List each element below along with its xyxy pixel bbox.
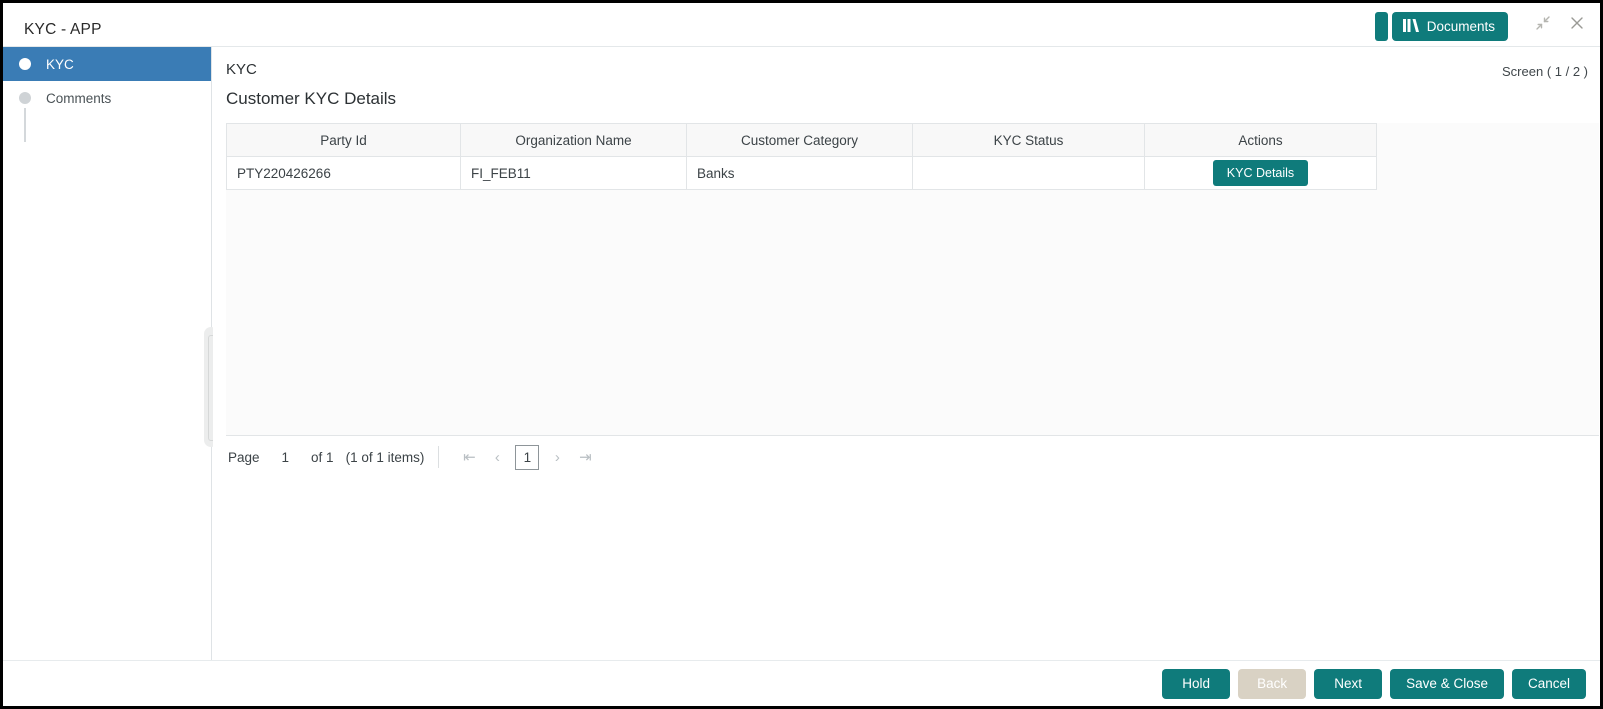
page-number-button[interactable]: 1	[515, 444, 540, 470]
cell-organization-name: FI_FEB11	[460, 156, 687, 190]
breadcrumb: KYC	[226, 61, 257, 78]
column-header-party-id: Party Id	[226, 123, 461, 157]
window-controls	[1534, 14, 1586, 32]
collapse-arrows-icon[interactable]	[1534, 14, 1552, 32]
table-header-row: Party Id Organization Name Customer Cate…	[226, 123, 1377, 157]
step-dot-icon	[19, 58, 31, 70]
footer-action-bar: Hold Back Next Save & Close Cancel	[3, 660, 1600, 706]
customer-kyc-table: Party Id Organization Name Customer Cate…	[226, 123, 1377, 190]
close-icon[interactable]	[1568, 14, 1586, 32]
books-icon	[1402, 18, 1420, 36]
column-header-kyc-status: KYC Status	[912, 123, 1145, 157]
screen-indicator: Screen ( 1 / 2 )	[1502, 64, 1588, 79]
next-button[interactable]: Next	[1314, 668, 1383, 699]
sidebar-item-label: Comments	[46, 90, 112, 106]
sidebar-item-label: KYC	[46, 56, 74, 72]
sidebar-stepper: KYC Comments	[3, 47, 218, 666]
cell-party-id: PTY220426266	[226, 156, 461, 190]
column-header-organization-name: Organization Name	[460, 123, 687, 157]
page-title: Customer KYC Details	[226, 89, 397, 108]
cell-customer-category: Banks	[686, 156, 913, 190]
main-content: KYC Screen ( 1 / 2 ) Customer KYC Detail…	[213, 47, 1600, 666]
pager-divider	[438, 446, 440, 468]
documents-panel-control: Documents	[1374, 12, 1508, 41]
kyc-details-button[interactable]: KYC Details	[1212, 160, 1309, 186]
cell-kyc-status	[912, 156, 1145, 190]
pager-page-number: 1	[281, 449, 290, 465]
pagination-bar: Page 1 of 1 (1 of 1 items) ⇤ ‹ 1 › ⇥	[226, 436, 1600, 478]
pager-total-pages: of 1	[311, 449, 334, 465]
cell-actions: KYC Details	[1144, 156, 1377, 190]
documents-button-label: Documents	[1426, 19, 1495, 34]
sidebar-item-comments[interactable]: Comments	[3, 81, 211, 115]
kyc-table-container: Party Id Organization Name Customer Cate…	[226, 123, 1599, 436]
last-page-icon[interactable]: ⇥	[571, 444, 599, 470]
stepper-connector-line	[24, 108, 26, 142]
next-page-icon[interactable]: ›	[543, 444, 571, 470]
column-header-actions: Actions	[1144, 123, 1377, 157]
prev-page-icon[interactable]: ‹	[483, 444, 511, 470]
first-page-icon[interactable]: ⇤	[455, 444, 483, 470]
back-button: Back	[1238, 668, 1307, 699]
documents-button[interactable]: Documents	[1391, 12, 1508, 41]
table-row: PTY220426266 FI_FEB11 Banks KYC Details	[226, 156, 1377, 190]
pager-page-label: Page	[228, 449, 260, 465]
sidebar-item-kyc[interactable]: KYC	[3, 47, 211, 81]
hold-button[interactable]: Hold	[1162, 668, 1231, 699]
cancel-button[interactable]: Cancel	[1511, 668, 1586, 699]
pager-item-count: (1 of 1 items)	[345, 449, 425, 465]
documents-drawer-handle[interactable]	[1374, 12, 1388, 41]
step-dot-icon	[19, 92, 31, 104]
app-title: KYC - APP	[24, 21, 102, 38]
application-window: KYC - APP Documents KYC Comments KYC Scr…	[0, 0, 1603, 709]
title-bar: KYC - APP Documents	[3, 3, 1600, 47]
save-and-close-button[interactable]: Save & Close	[1390, 668, 1504, 699]
column-header-customer-category: Customer Category	[686, 123, 913, 157]
